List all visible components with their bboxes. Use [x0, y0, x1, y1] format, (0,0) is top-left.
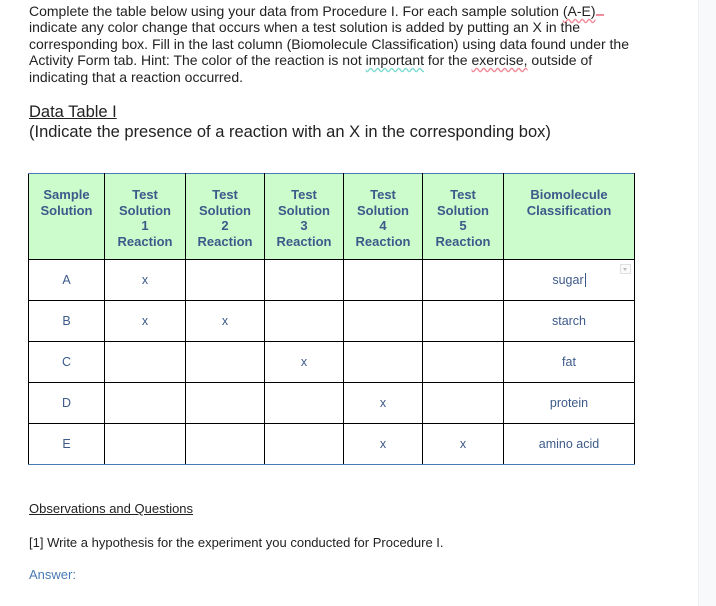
reaction-cell[interactable]: [422, 300, 504, 342]
reaction-cell[interactable]: [422, 382, 504, 424]
classification-cell-active[interactable]: sugar: [503, 259, 635, 301]
reaction-cell[interactable]: [264, 300, 344, 342]
reaction-cell[interactable]: x: [185, 300, 265, 342]
table-row: D x protein: [28, 382, 635, 424]
reaction-cell[interactable]: [422, 259, 504, 301]
table-subtitle: (Indicate the presence of a reaction wit…: [29, 123, 551, 141]
spellcheck-flag[interactable]: exercise,: [471, 52, 527, 68]
reaction-cell[interactable]: [343, 259, 423, 301]
sample-cell[interactable]: C: [28, 341, 105, 383]
table-title: Data Table I: [29, 103, 117, 121]
scrollbar-gutter[interactable]: [698, 0, 716, 606]
reaction-cell[interactable]: [104, 423, 186, 465]
dropdown-arrow-icon[interactable]: [620, 264, 631, 274]
sample-cell[interactable]: E: [28, 423, 105, 465]
reaction-cell[interactable]: [104, 382, 186, 424]
reaction-cell[interactable]: [343, 341, 423, 383]
header-row: Sample Solution Test Solution 1 Reaction Tes…: [28, 173, 635, 260]
reaction-cell[interactable]: x: [104, 259, 186, 301]
reaction-cell[interactable]: x: [104, 300, 186, 342]
answer-field[interactable]: Answer:: [29, 567, 76, 582]
reaction-cell[interactable]: x: [264, 341, 344, 383]
reaction-cell[interactable]: x: [343, 382, 423, 424]
data-table: Sample Solution Test Solution 1 Reaction Tes…: [28, 173, 635, 465]
reaction-cell[interactable]: [264, 259, 344, 301]
classification-cell[interactable]: protein: [503, 382, 635, 424]
header-test-solution-1: Test Solution 1 Reaction: [104, 173, 186, 260]
header-test-solution-5: Test Solution 5 Reaction: [422, 173, 504, 260]
reaction-cell[interactable]: x: [422, 423, 504, 465]
instructions-text: for the: [424, 52, 472, 69]
header-test-solution-2: Test Solution 2 Reaction: [185, 173, 265, 260]
spellcheck-underline: [595, 13, 604, 16]
header-test-solution-4: Test Solution 4 Reaction: [343, 173, 423, 260]
table-row: B x x starch: [28, 300, 635, 342]
reaction-cell[interactable]: x: [343, 423, 423, 465]
header-sample-solution: Sample Solution: [28, 173, 105, 260]
text-cursor: [584, 273, 586, 288]
instructions-text: Complete the table below using your data…: [29, 3, 563, 19]
classification-cell[interactable]: fat: [503, 341, 635, 383]
reaction-cell[interactable]: [343, 300, 423, 342]
instructions-paragraph: Complete the table below using your data…: [29, 3, 649, 85]
table-heading: Data Table I (Indicate the presence of a…: [29, 102, 551, 142]
table-row: E x x amino acid: [28, 423, 635, 465]
classification-cell[interactable]: amino acid: [503, 423, 635, 465]
question-1: [1] Write a hypothesis for the experimen…: [29, 535, 444, 550]
header-test-solution-3: Test Solution 3 Reaction: [264, 173, 344, 260]
classification-value[interactable]: sugar: [552, 273, 583, 287]
reaction-cell[interactable]: [264, 382, 344, 424]
sample-cell[interactable]: D: [28, 382, 105, 424]
reaction-cell[interactable]: [185, 341, 265, 383]
document-page: Complete the table below using your data…: [0, 0, 698, 606]
reaction-cell[interactable]: [104, 341, 186, 383]
reaction-cell[interactable]: [185, 382, 265, 424]
table-row: C x fat: [28, 341, 635, 383]
reaction-cell[interactable]: [185, 423, 265, 465]
spellcheck-flag[interactable]: (A-E): [563, 3, 596, 19]
sample-cell[interactable]: B: [28, 300, 105, 342]
reaction-cell[interactable]: [422, 341, 504, 383]
reaction-cell[interactable]: [185, 259, 265, 301]
header-biomolecule-classification: Biomolecule Classification: [503, 173, 635, 260]
classification-cell[interactable]: starch: [503, 300, 635, 342]
sample-cell[interactable]: A: [28, 259, 105, 301]
observations-heading: Observations and Questions: [29, 501, 194, 516]
reaction-cell[interactable]: [264, 423, 344, 465]
grammar-flag[interactable]: important: [366, 52, 424, 68]
table-row: A x sugar: [28, 259, 635, 301]
